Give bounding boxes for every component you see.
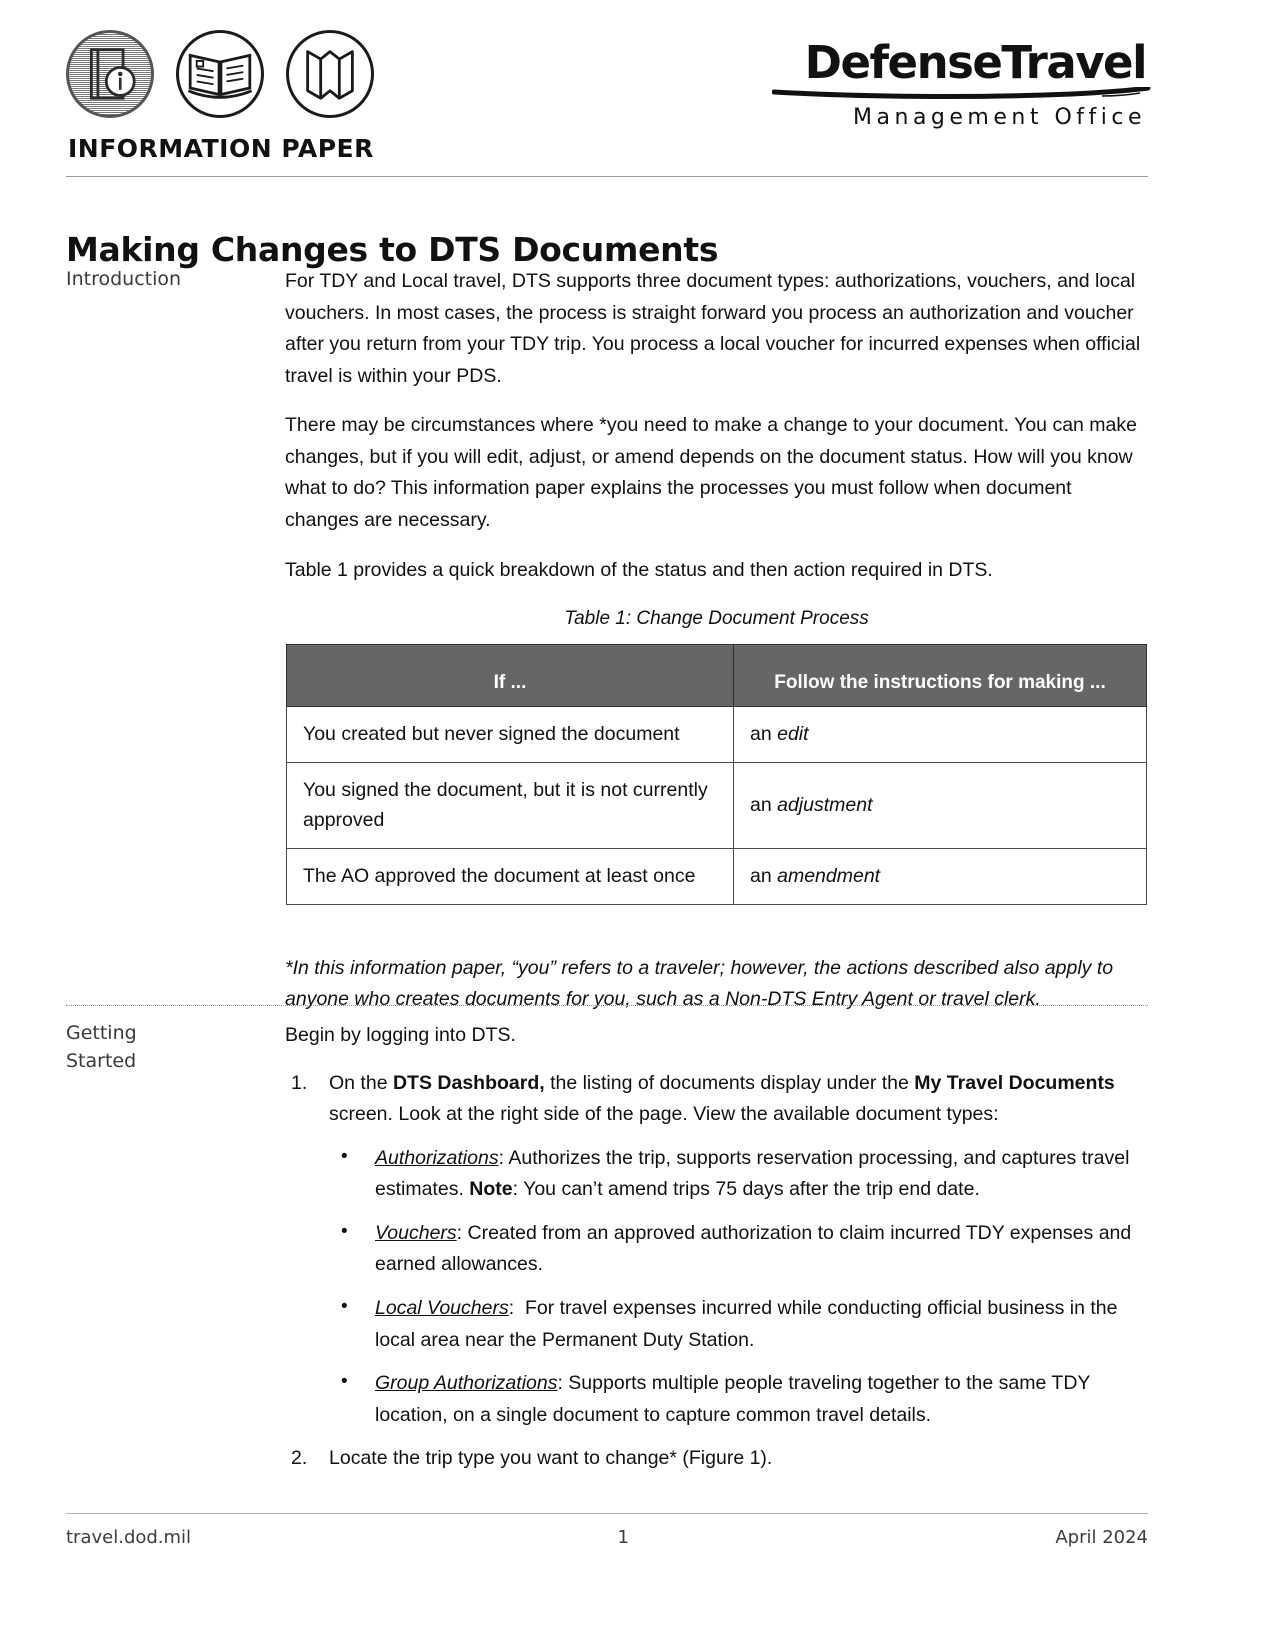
action-prefix: an bbox=[750, 864, 778, 887]
step-bold-dts-dashboard: DTS Dashboard, bbox=[392, 1071, 545, 1094]
open-book-icon bbox=[176, 30, 264, 118]
folded-map-icon bbox=[286, 30, 374, 118]
table-row: You signed the document, but it is not c… bbox=[286, 762, 1147, 849]
bullet-text-part-2: : You can’t amend trips 75 days after th… bbox=[512, 1178, 980, 1201]
step-text-part-3: screen. Look at the right side of the pa… bbox=[329, 1103, 999, 1126]
step-number: 1. bbox=[291, 1071, 308, 1094]
step-bold-my-travel-documents: My Travel Documents bbox=[914, 1071, 1115, 1094]
getting-started-lead: Begin by logging into DTS. bbox=[285, 1024, 516, 1046]
list-item: • Group Authorizations: Supports multiple… bbox=[329, 1368, 1148, 1431]
masthead: INFORMATION PAPER DefenseTravel Manageme… bbox=[66, 22, 1151, 172]
table-header-if: If ... bbox=[286, 644, 734, 708]
bullet-term-local-vouchers: Local Vouchers bbox=[375, 1297, 509, 1320]
information-circle-icon bbox=[66, 30, 154, 118]
bullet-term-authorizations: Authorizations bbox=[375, 1146, 499, 1169]
step-number: 2. bbox=[291, 1447, 308, 1470]
bullet-dot-icon: • bbox=[341, 1296, 348, 1318]
action-prefix: an bbox=[750, 794, 778, 817]
change-document-process-table: If ... Follow the instructions for makin… bbox=[286, 644, 1147, 906]
footer-site: travel.dod.mil bbox=[66, 1527, 192, 1548]
getting-started-content: Begin by logging into DTS. 1. On the DTS … bbox=[285, 1020, 1148, 1475]
intro-paragraph-1: For TDY and Local travel, DTS supports t… bbox=[285, 270, 1141, 387]
getting-started-section: Getting Started Begin by logging into DT… bbox=[66, 1020, 1148, 1481]
intro-footnote: *In this information paper, “you” refers… bbox=[285, 957, 1114, 1011]
page-footer: travel.dod.mil 1 April 2024 bbox=[66, 1527, 1148, 1548]
list-item: • Vouchers: Created from an approved auth… bbox=[329, 1218, 1148, 1281]
table-cell-action: an adjustment bbox=[733, 762, 1147, 849]
action-term: amendment bbox=[777, 864, 881, 887]
action-term: adjustment bbox=[777, 794, 873, 817]
footer-page-number: 1 bbox=[617, 1527, 629, 1548]
introduction-side-label: Introduction bbox=[66, 268, 182, 290]
table-cell-action: an amendment bbox=[733, 847, 1147, 906]
step-text-part-1: Locate the trip type you want to change*… bbox=[329, 1447, 773, 1470]
brand-swoosh-icon bbox=[746, 87, 1151, 101]
footer-divider bbox=[66, 1513, 1148, 1514]
table-row: You created but never signed the documen… bbox=[286, 706, 1147, 764]
table-header-row: If ... Follow the instructions for makin… bbox=[286, 644, 1147, 708]
steps-list: 1. On the DTS Dashboard, the listing of d… bbox=[285, 1068, 1148, 1475]
dtmo-logo: DefenseTravel Management Office bbox=[746, 36, 1151, 130]
list-item: • Authorizations: Authorizes the trip, su… bbox=[329, 1143, 1148, 1206]
intro-paragraph-3: Table 1 provides a quick breakdown of th… bbox=[285, 558, 993, 581]
step-item-2: 2. Locate the trip type you want to chang… bbox=[285, 1443, 1148, 1475]
bullet-dot-icon: • bbox=[341, 1145, 348, 1167]
table-cell-condition: The AO approved the document at least on… bbox=[286, 847, 734, 906]
brand-name: DefenseTravel bbox=[804, 36, 1148, 89]
bullet-term-vouchers: Vouchers bbox=[375, 1221, 457, 1244]
table-cell-action: an edit bbox=[733, 706, 1147, 764]
step-text-part-2: the listing of documents display under t… bbox=[544, 1071, 915, 1094]
header-divider bbox=[66, 176, 1148, 177]
footer-date: April 2024 bbox=[1055, 1527, 1148, 1548]
getting-started-side-label: Getting Started bbox=[66, 1020, 266, 1075]
document-types-list: • Authorizations: Authorizes the trip, su… bbox=[329, 1143, 1148, 1432]
information-paper-label: INFORMATION PAPER bbox=[68, 134, 374, 163]
side-label-line-1: Getting bbox=[66, 1022, 137, 1044]
step-item-1: 1. On the DTS Dashboard, the listing of d… bbox=[285, 1068, 1148, 1432]
side-label-line-2: Started bbox=[66, 1049, 137, 1072]
intro-paragraph-2: There may be circumstances where *you ne… bbox=[285, 414, 1137, 532]
bullet-term-group-authorizations: Group Authorizations bbox=[375, 1372, 558, 1395]
table-cell-condition: You signed the document, but it is not c… bbox=[286, 762, 734, 849]
table-cell-condition: You created but never signed the documen… bbox=[286, 706, 734, 764]
action-term: edit bbox=[777, 723, 809, 746]
brand-subtitle: Management Office bbox=[853, 105, 1146, 130]
table-caption: Table 1: Change Document Process bbox=[564, 608, 869, 630]
bullet-dot-icon: • bbox=[341, 1220, 348, 1242]
list-item: • Local Vouchers: For travel expenses inc… bbox=[329, 1293, 1148, 1356]
table-header-instructions: Follow the instructions for making ... bbox=[733, 644, 1147, 708]
table-row: The AO approved the document at least on… bbox=[286, 847, 1147, 906]
introduction-section: Introduction For TDY and Local travel, D… bbox=[66, 266, 1148, 1035]
header-icon-row bbox=[66, 30, 374, 118]
bullet-dot-icon: • bbox=[341, 1371, 348, 1393]
section-divider bbox=[66, 1005, 1148, 1006]
bullet-text-part-1: : Created from an approved authorization… bbox=[375, 1221, 1132, 1276]
document-page: INFORMATION PAPER DefenseTravel Manageme… bbox=[0, 0, 1275, 1650]
bullet-bold-note: Note bbox=[469, 1178, 513, 1201]
introduction-content: For TDY and Local travel, DTS supports t… bbox=[285, 266, 1148, 1016]
page-title: Making Changes to DTS Documents bbox=[66, 230, 719, 270]
step-text-part-1: On the bbox=[329, 1071, 393, 1094]
action-prefix: an bbox=[750, 723, 778, 746]
